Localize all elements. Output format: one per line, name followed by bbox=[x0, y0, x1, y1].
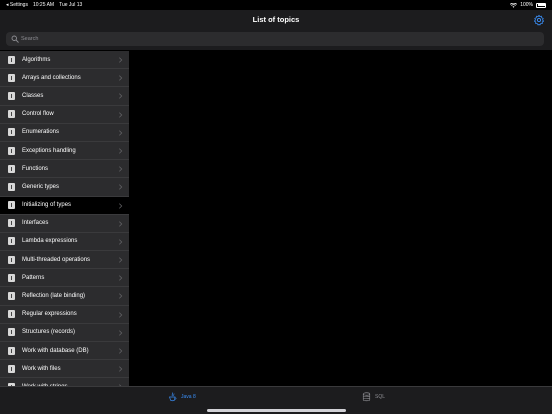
battery-icon bbox=[536, 2, 546, 8]
topic-label: Algorithms bbox=[22, 56, 51, 63]
chevron-right-icon bbox=[119, 57, 123, 63]
search-container bbox=[0, 28, 552, 50]
home-indicator[interactable] bbox=[207, 409, 346, 412]
detail-content-area bbox=[129, 51, 552, 386]
battery-percent: 100% bbox=[520, 2, 533, 8]
topic-label: Lambda expressions bbox=[22, 238, 78, 245]
status-bar: ◂ Settings 10:25 AM Tue Jul 13 100% bbox=[0, 0, 552, 10]
database-icon bbox=[362, 392, 371, 402]
topic-label: Multi-threaded operations bbox=[22, 256, 91, 263]
document-icon bbox=[8, 128, 15, 137]
topic-label: Control flow bbox=[22, 111, 54, 118]
topic-label: Enumerations bbox=[22, 129, 60, 136]
topic-label: Exceptions handling bbox=[22, 147, 76, 154]
page-title: List of topics bbox=[252, 15, 300, 24]
search-icon bbox=[11, 35, 19, 43]
wifi-icon bbox=[510, 2, 518, 8]
topic-item[interactable]: Functions bbox=[0, 160, 129, 179]
chevron-right-icon bbox=[119, 330, 123, 336]
document-icon bbox=[8, 55, 15, 64]
topic-item[interactable]: Generic types bbox=[0, 178, 129, 197]
gear-icon[interactable] bbox=[533, 14, 545, 26]
chevron-right-icon bbox=[119, 148, 123, 154]
topic-label: Regular expressions bbox=[22, 311, 77, 318]
topic-item[interactable]: Structures (records) bbox=[0, 324, 129, 342]
chevron-right-icon bbox=[119, 93, 123, 100]
chevron-right-icon bbox=[119, 257, 123, 263]
chevron-right-icon bbox=[119, 293, 123, 300]
chevron-right-icon bbox=[119, 202, 123, 209]
document-icon bbox=[8, 255, 15, 264]
search-input[interactable] bbox=[21, 32, 521, 46]
chevron-right-icon bbox=[119, 221, 123, 227]
topic-item[interactable]: Interfaces bbox=[0, 215, 129, 233]
chevron-right-icon bbox=[119, 75, 123, 81]
topic-item[interactable]: Patterns bbox=[0, 269, 129, 288]
topic-label: Generic types bbox=[22, 183, 60, 190]
document-icon bbox=[8, 237, 15, 246]
chevron-right-icon bbox=[119, 184, 123, 190]
chevron-right-icon bbox=[119, 239, 123, 245]
topic-item[interactable]: Work with database (DB) bbox=[0, 342, 129, 361]
document-icon bbox=[8, 164, 15, 173]
topic-label: Work with files bbox=[22, 365, 61, 372]
chevron-right-icon bbox=[119, 311, 123, 318]
java-icon bbox=[169, 392, 177, 402]
document-icon bbox=[8, 146, 15, 155]
topic-item[interactable]: Reflection (late binding) bbox=[0, 287, 129, 306]
back-to-settings-link[interactable]: ◂ Settings bbox=[6, 2, 28, 8]
document-icon bbox=[8, 73, 15, 82]
topic-item[interactable]: Exceptions handling bbox=[0, 142, 129, 161]
topic-item[interactable]: Regular expressions bbox=[0, 306, 129, 324]
search-bar[interactable] bbox=[6, 32, 544, 46]
document-icon bbox=[8, 182, 15, 191]
topic-label: Work with database (DB) bbox=[22, 347, 89, 354]
topic-label: Structures (records) bbox=[22, 329, 76, 336]
topic-list: Algorithms Arrays and collections Classes C… bbox=[0, 51, 129, 386]
topic-label: Patterns bbox=[22, 274, 45, 281]
topic-item[interactable]: Arrays and collections bbox=[0, 69, 129, 88]
document-icon bbox=[8, 273, 15, 282]
tab-sql-label: SQL bbox=[375, 394, 386, 400]
status-time: 10:25 AM bbox=[32, 2, 55, 8]
topic-label: Classes bbox=[22, 92, 44, 99]
topic-label: Arrays and collections bbox=[22, 74, 81, 81]
document-icon bbox=[8, 292, 15, 301]
tab-java[interactable]: Java 8 bbox=[168, 392, 196, 402]
document-icon bbox=[8, 91, 15, 100]
topic-item[interactable]: Lambda expressions bbox=[0, 233, 129, 252]
chevron-right-icon bbox=[119, 275, 123, 281]
topic-item[interactable]: Algorithms bbox=[0, 51, 129, 70]
topic-label: Interfaces bbox=[22, 220, 49, 227]
topic-item[interactable]: Multi-threaded operations bbox=[0, 251, 129, 270]
topic-label: Reflection (late binding) bbox=[22, 293, 86, 300]
document-icon bbox=[8, 310, 15, 319]
document-icon bbox=[8, 219, 15, 228]
tab-sql[interactable]: SQL bbox=[362, 392, 385, 402]
topic-item[interactable]: Initializing of types bbox=[0, 196, 129, 215]
topic-item[interactable]: Classes bbox=[0, 87, 129, 106]
chevron-right-icon bbox=[119, 166, 123, 172]
document-icon bbox=[8, 201, 15, 210]
document-icon bbox=[8, 110, 15, 119]
document-icon bbox=[8, 364, 15, 373]
tab-java-label: Java 8 bbox=[181, 394, 196, 400]
document-icon bbox=[8, 346, 15, 355]
status-date: Tue Jul 13 bbox=[59, 2, 83, 8]
chevron-right-icon bbox=[119, 366, 123, 372]
chevron-right-icon bbox=[119, 348, 123, 354]
topic-item[interactable]: Enumerations bbox=[0, 124, 129, 142]
document-icon bbox=[8, 328, 15, 337]
topic-item[interactable]: Control flow bbox=[0, 106, 129, 124]
topic-label: Initializing of types bbox=[22, 202, 72, 209]
topic-item[interactable]: Work with strings bbox=[0, 378, 129, 386]
chevron-right-icon bbox=[119, 130, 123, 136]
topic-item[interactable]: Work with files bbox=[0, 360, 129, 379]
chevron-right-icon bbox=[119, 111, 123, 118]
tab-bar: Java 8 SQL bbox=[0, 386, 552, 414]
topic-label: Functions bbox=[22, 165, 49, 172]
